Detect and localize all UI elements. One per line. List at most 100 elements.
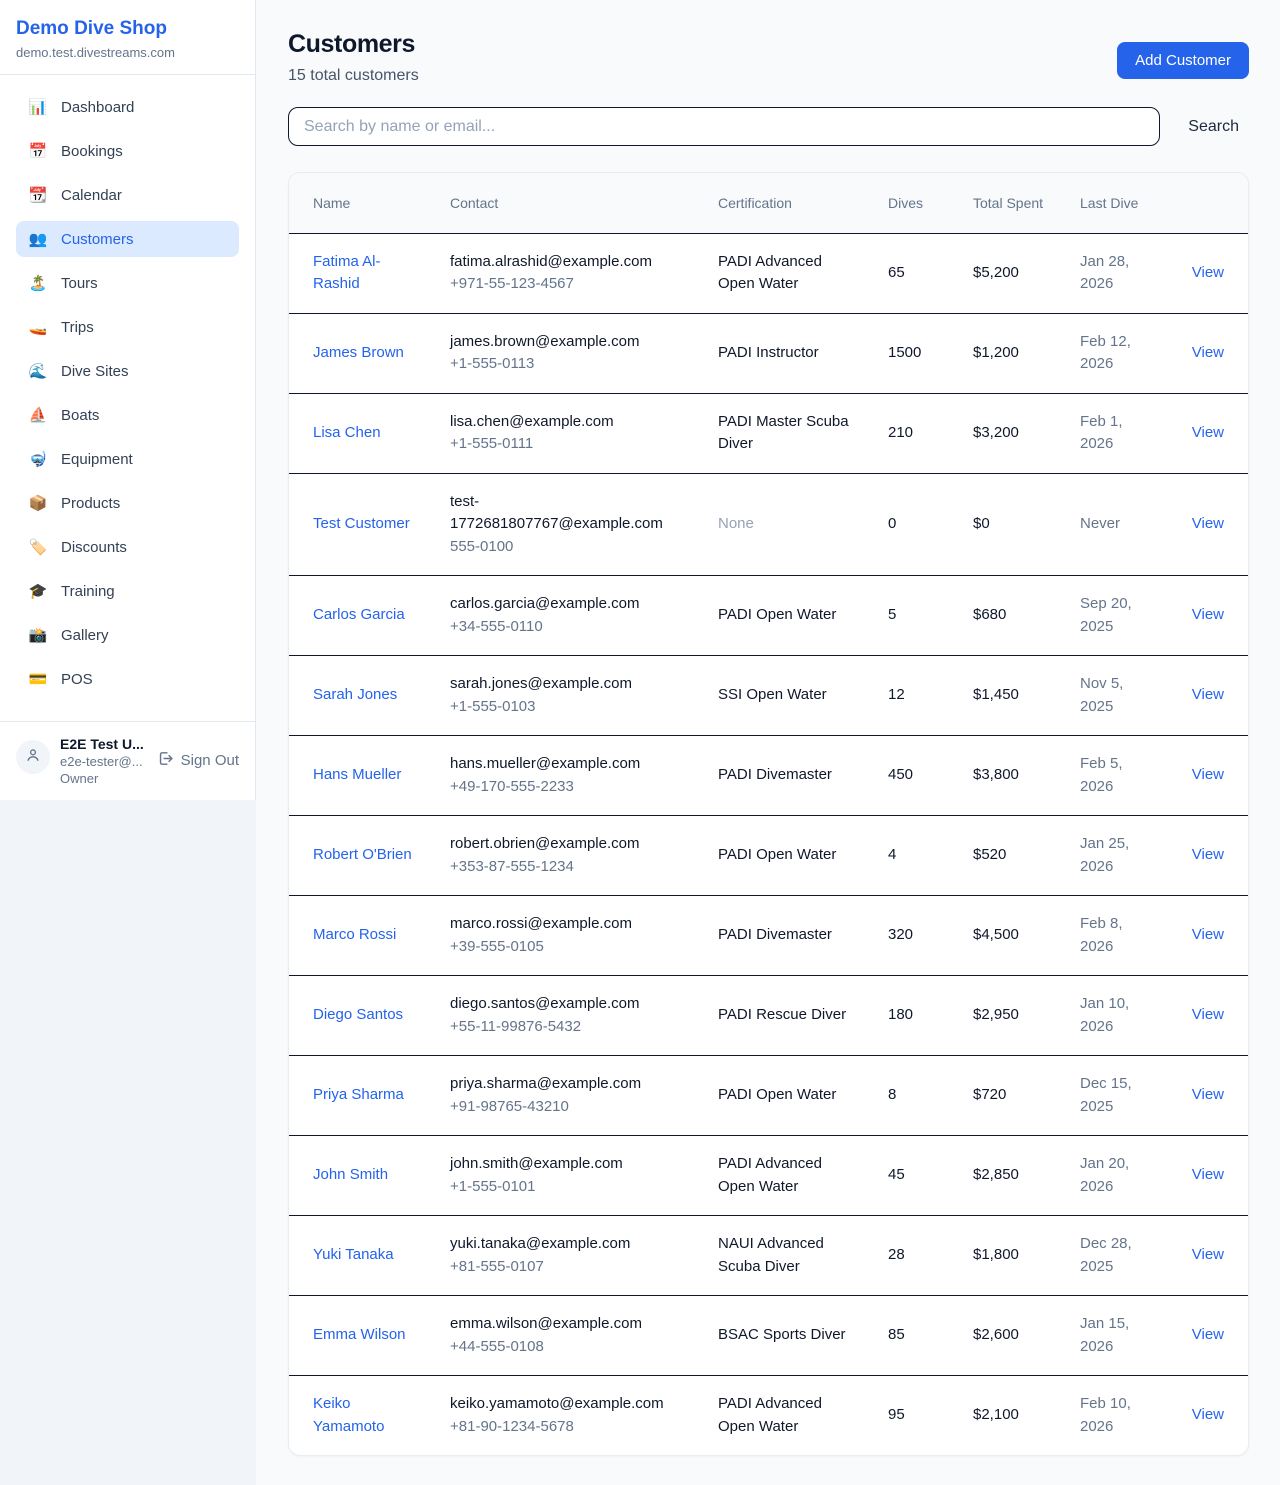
view-link[interactable]: View bbox=[1192, 344, 1224, 361]
customer-total-spent: $1,450 bbox=[957, 656, 1064, 736]
sidebar-item-label: Trips bbox=[61, 319, 94, 336]
customer-dives: 12 bbox=[872, 656, 957, 736]
customer-certification: PADI Advanced Open Water bbox=[702, 233, 872, 313]
column-header: Dives bbox=[872, 173, 957, 233]
customer-contact-cell: marco.rossi@example.com +39-555-0105 bbox=[434, 896, 702, 976]
search-button[interactable]: Search bbox=[1178, 118, 1249, 136]
view-link[interactable]: View bbox=[1192, 686, 1224, 703]
view-link[interactable]: View bbox=[1192, 1086, 1224, 1103]
view-link[interactable]: View bbox=[1192, 1406, 1224, 1423]
customer-name-link[interactable]: Carlos Garcia bbox=[313, 604, 405, 627]
view-link[interactable]: View bbox=[1192, 1326, 1224, 1343]
page-header-text: Customers 15 total customers bbox=[288, 30, 419, 85]
customer-certification: PADI Divemaster bbox=[702, 736, 872, 816]
customer-name-link[interactable]: Priya Sharma bbox=[313, 1084, 404, 1107]
customer-phone: +1-555-0101 bbox=[450, 1176, 686, 1199]
avatar bbox=[16, 740, 50, 774]
view-link[interactable]: View bbox=[1192, 606, 1224, 623]
sidebar-item-dashboard[interactable]: 📊Dashboard bbox=[16, 89, 239, 125]
customer-email: emma.wilson@example.com bbox=[450, 1313, 686, 1336]
customer-name-link[interactable]: John Smith bbox=[313, 1164, 388, 1187]
discounts-icon: 🏷️ bbox=[28, 540, 48, 555]
customer-name-link[interactable]: Test Customer bbox=[313, 513, 410, 536]
add-customer-button[interactable]: Add Customer bbox=[1117, 42, 1249, 79]
view-link[interactable]: View bbox=[1192, 926, 1224, 943]
sidebar-item-pos[interactable]: 💳POS bbox=[16, 661, 239, 697]
customer-email: diego.santos@example.com bbox=[450, 993, 686, 1016]
sidebar-item-training[interactable]: 🎓Training bbox=[16, 573, 239, 609]
customer-total-spent: $0 bbox=[957, 473, 1064, 576]
column-header: Certification bbox=[702, 173, 872, 233]
customer-total-spent: $5,200 bbox=[957, 233, 1064, 313]
table-row: Yuki Tanaka yuki.tanaka@example.com +81-… bbox=[289, 1216, 1248, 1296]
customers-table: NameContactCertificationDivesTotal Spent… bbox=[289, 173, 1248, 1455]
customer-phone: +49-170-555-2233 bbox=[450, 776, 686, 799]
customer-phone: +971-55-123-4567 bbox=[450, 273, 686, 296]
customer-total-spent: $680 bbox=[957, 576, 1064, 656]
customer-email: john.smith@example.com bbox=[450, 1153, 686, 1176]
sidebar-item-label: Products bbox=[61, 495, 120, 512]
customer-certification: None bbox=[702, 473, 872, 576]
customer-dives: 210 bbox=[872, 393, 957, 473]
sidebar-item-boats[interactable]: ⛵Boats bbox=[16, 397, 239, 433]
view-link[interactable]: View bbox=[1192, 846, 1224, 863]
view-link[interactable]: View bbox=[1192, 1006, 1224, 1023]
sidebar-item-equipment[interactable]: 🤿Equipment bbox=[16, 441, 239, 477]
sidebar-item-bookings[interactable]: 📅Bookings bbox=[16, 133, 239, 169]
customer-email: priya.sharma@example.com bbox=[450, 1073, 686, 1096]
view-link[interactable]: View bbox=[1192, 1166, 1224, 1183]
customer-name-link[interactable]: Lisa Chen bbox=[313, 422, 381, 445]
customer-dives: 450 bbox=[872, 736, 957, 816]
customer-dives: 320 bbox=[872, 896, 957, 976]
user-icon bbox=[24, 746, 42, 769]
table-row: Diego Santos diego.santos@example.com +5… bbox=[289, 976, 1248, 1056]
customer-count: 15 total customers bbox=[288, 67, 419, 85]
customer-name-link[interactable]: Diego Santos bbox=[313, 1004, 403, 1027]
customer-certification: PADI Rescue Diver bbox=[702, 976, 872, 1056]
customer-name-link[interactable]: Hans Mueller bbox=[313, 764, 401, 787]
sidebar-item-customers[interactable]: 👥Customers bbox=[16, 221, 239, 257]
view-link[interactable]: View bbox=[1192, 515, 1224, 532]
products-icon: 📦 bbox=[28, 496, 48, 511]
customer-name-link[interactable]: Marco Rossi bbox=[313, 924, 396, 947]
customer-name-link[interactable]: James Brown bbox=[313, 342, 404, 365]
view-link[interactable]: View bbox=[1192, 264, 1224, 281]
page-header: Customers 15 total customers Add Custome… bbox=[288, 30, 1249, 85]
customer-name-link[interactable]: Keiko Yamamoto bbox=[313, 1393, 418, 1438]
customer-total-spent: $2,100 bbox=[957, 1376, 1064, 1456]
customer-phone: +1-555-0111 bbox=[450, 433, 686, 456]
customer-last-dive: Feb 10, 2026 bbox=[1064, 1376, 1170, 1456]
customer-name-link[interactable]: Emma Wilson bbox=[313, 1324, 406, 1347]
customer-contact-cell: emma.wilson@example.com +44-555-0108 bbox=[434, 1296, 702, 1376]
table-row: Fatima Al-Rashid fatima.alrashid@example… bbox=[289, 233, 1248, 313]
customer-name-link[interactable]: Robert O'Brien bbox=[313, 844, 412, 867]
sidebar-item-trips[interactable]: 🚤Trips bbox=[16, 309, 239, 345]
table-row: Emma Wilson emma.wilson@example.com +44-… bbox=[289, 1296, 1248, 1376]
sign-out-button[interactable]: Sign Out bbox=[157, 750, 239, 771]
customer-dives: 28 bbox=[872, 1216, 957, 1296]
customer-contact-cell: keiko.yamamoto@example.com +81-90-1234-5… bbox=[434, 1376, 702, 1456]
sidebar-item-gallery[interactable]: 📸Gallery bbox=[16, 617, 239, 653]
view-link[interactable]: View bbox=[1192, 1246, 1224, 1263]
customer-name-link[interactable]: Sarah Jones bbox=[313, 684, 397, 707]
sidebar-item-calendar[interactable]: 📆Calendar bbox=[16, 177, 239, 213]
customer-last-dive: Jan 28, 2026 bbox=[1064, 233, 1170, 313]
sidebar-item-discounts[interactable]: 🏷️Discounts bbox=[16, 529, 239, 565]
customer-name-link[interactable]: Fatima Al-Rashid bbox=[313, 251, 418, 296]
table-row: Priya Sharma priya.sharma@example.com +9… bbox=[289, 1056, 1248, 1136]
sidebar-item-tours[interactable]: 🏝️Tours bbox=[16, 265, 239, 301]
customer-total-spent: $2,600 bbox=[957, 1296, 1064, 1376]
search-input[interactable] bbox=[288, 107, 1160, 146]
search-bar: Search bbox=[288, 107, 1249, 146]
customers-icon: 👥 bbox=[28, 232, 48, 247]
sidebar-item-dive-sites[interactable]: 🌊Dive Sites bbox=[16, 353, 239, 389]
sidebar-item-products[interactable]: 📦 Products bbox=[16, 485, 239, 521]
customer-dives: 4 bbox=[872, 816, 957, 896]
view-link[interactable]: View bbox=[1192, 424, 1224, 441]
view-link[interactable]: View bbox=[1192, 766, 1224, 783]
customer-name-link[interactable]: Yuki Tanaka bbox=[313, 1244, 394, 1267]
sidebar-item-label: Training bbox=[61, 583, 115, 600]
customer-email: carlos.garcia@example.com bbox=[450, 593, 686, 616]
customer-last-dive: Jan 10, 2026 bbox=[1064, 976, 1170, 1056]
customer-last-dive: Dec 15, 2025 bbox=[1064, 1056, 1170, 1136]
